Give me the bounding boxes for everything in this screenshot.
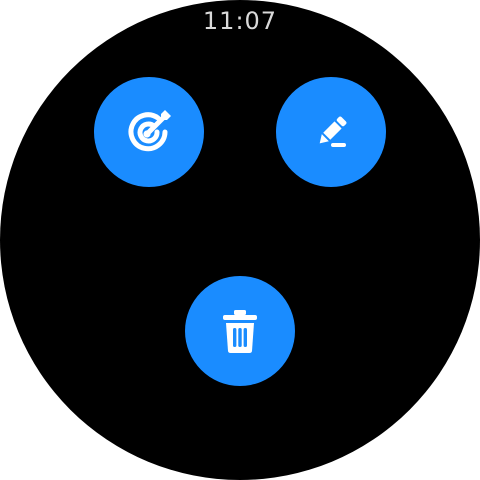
status-time: 11:07 <box>202 7 278 35</box>
goal-target-icon <box>121 104 177 160</box>
delete-button[interactable] <box>185 276 295 386</box>
goal-button[interactable] <box>94 77 204 187</box>
trash-icon <box>218 307 262 355</box>
watch-screen: 11:07 <box>0 0 480 480</box>
pencil-icon <box>309 110 353 154</box>
edit-button[interactable] <box>276 77 386 187</box>
